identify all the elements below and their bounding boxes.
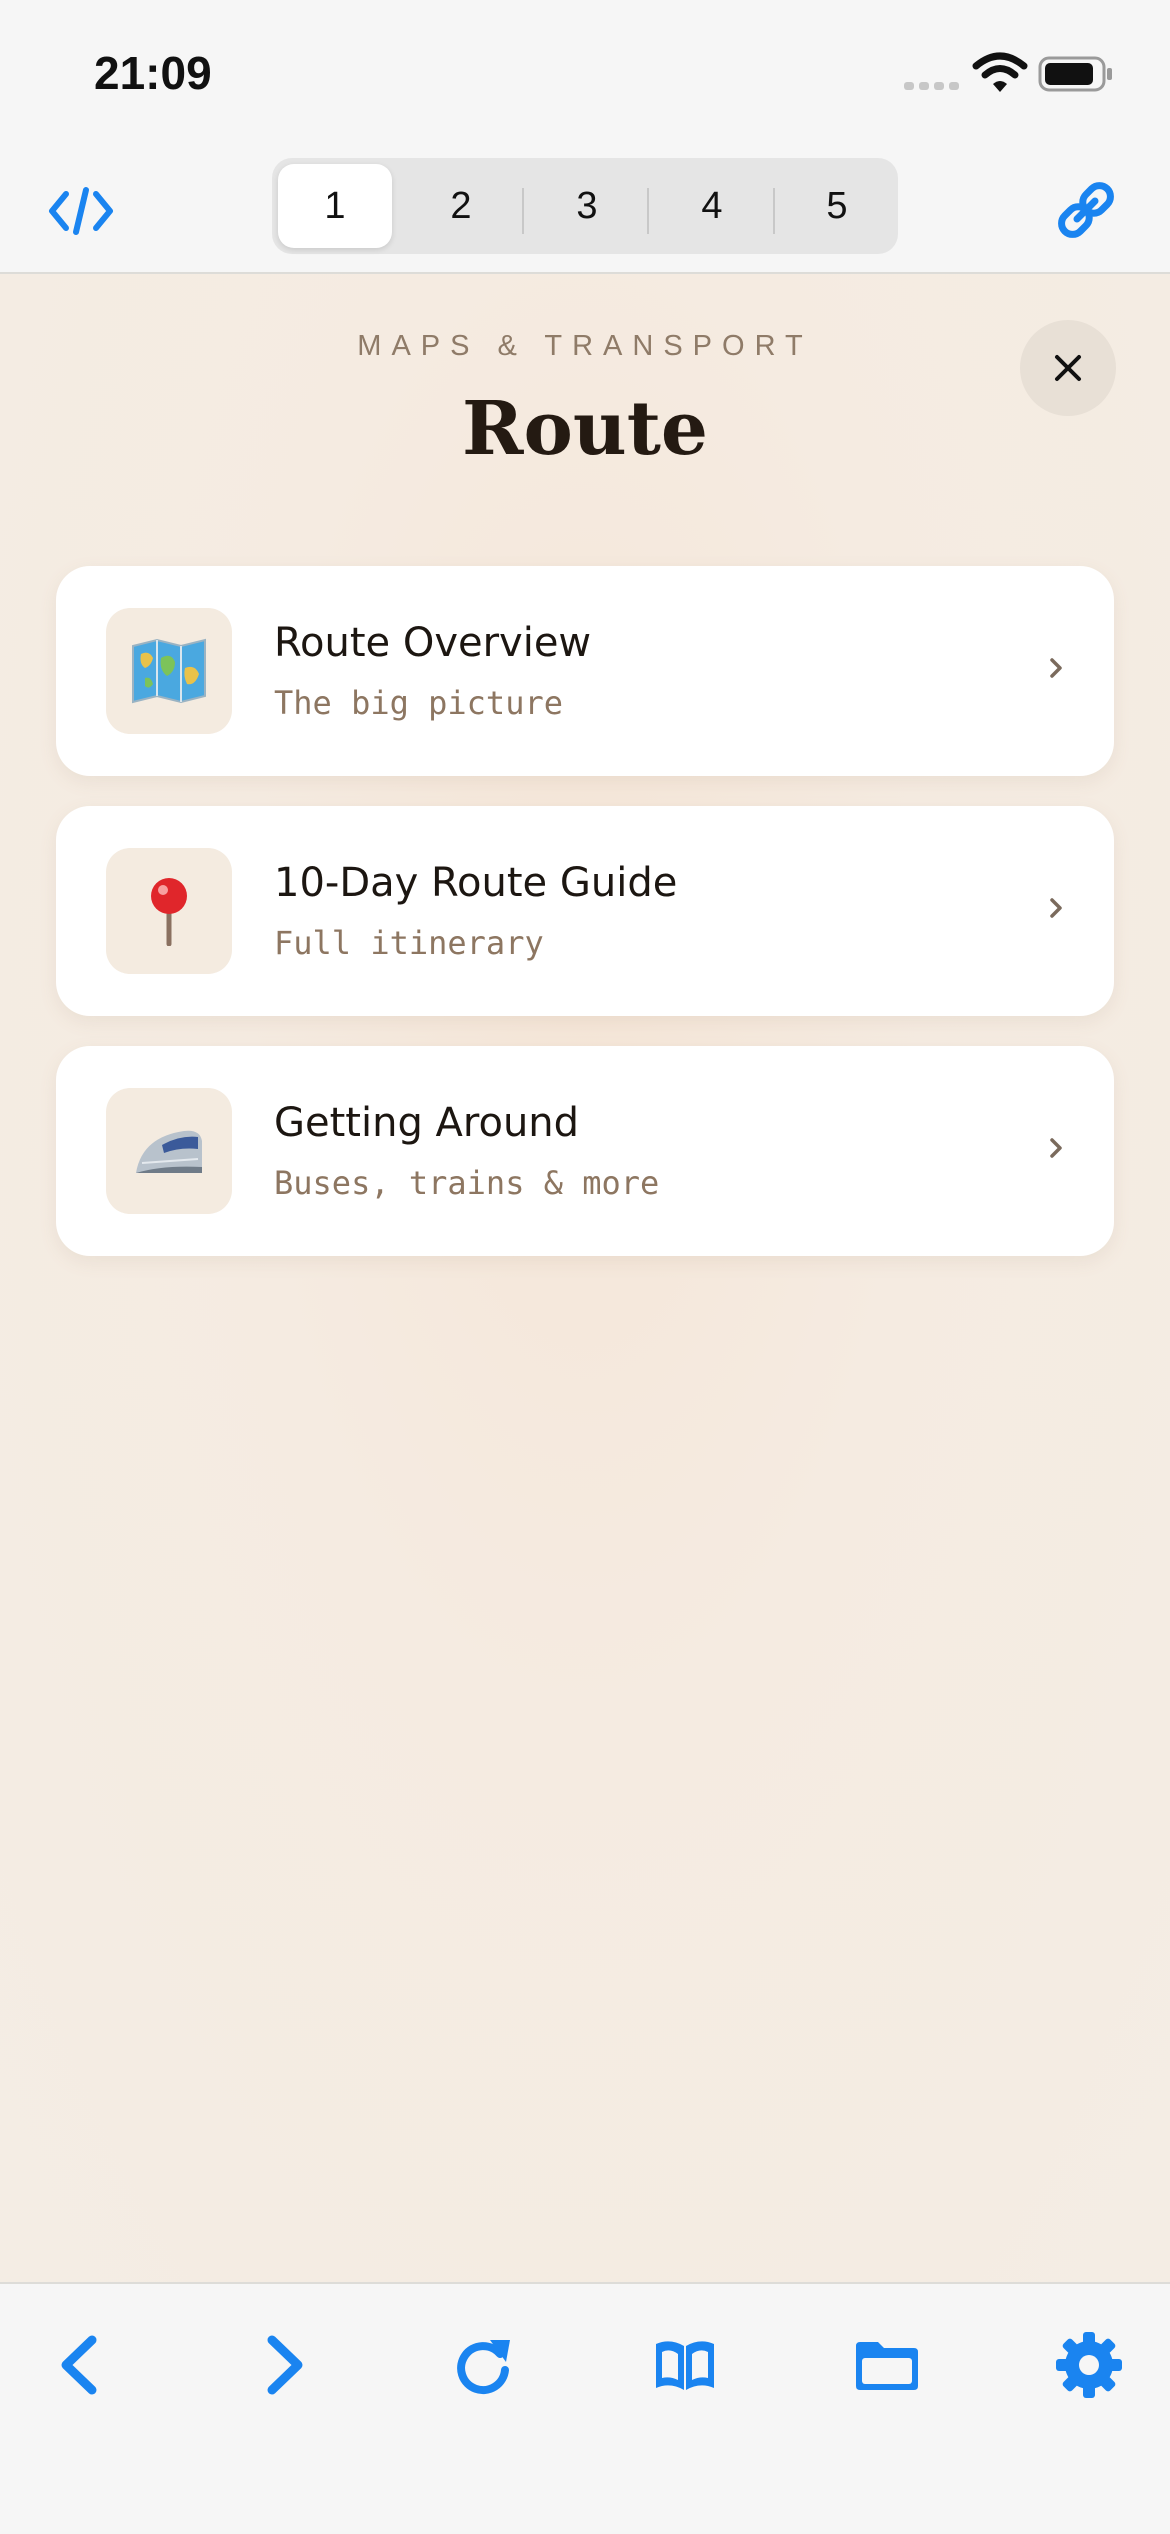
round-pushpin-icon bbox=[151, 878, 187, 946]
tab-1[interactable]: 1 bbox=[278, 164, 392, 248]
wifi-icon bbox=[972, 52, 1028, 92]
card-subtitle: The big picture bbox=[274, 684, 563, 722]
chevron-right-icon bbox=[1050, 658, 1062, 678]
tab-3[interactable]: 3 bbox=[530, 164, 644, 248]
main-content: MAPS & TRANSPORT Route Route Overview Th… bbox=[0, 274, 1170, 2282]
settings-icon[interactable] bbox=[1054, 2330, 1124, 2400]
card-subtitle: Full itinerary bbox=[274, 924, 544, 962]
close-icon bbox=[1055, 355, 1081, 381]
page-segmented-control: 1 2 3 4 5 bbox=[272, 158, 898, 254]
card-icon-box bbox=[106, 848, 232, 974]
chevron-right-icon bbox=[1050, 898, 1062, 918]
bookmarks-icon[interactable] bbox=[650, 2330, 720, 2400]
status-time: 21:09 bbox=[94, 47, 212, 99]
segment-divider bbox=[522, 188, 524, 234]
segment-divider bbox=[647, 188, 649, 234]
bullet-train-icon bbox=[136, 1130, 202, 1173]
card-title: Route Overview bbox=[274, 620, 592, 666]
card-icon-box bbox=[106, 608, 232, 734]
card-title: Getting Around bbox=[274, 1100, 580, 1146]
tab-5[interactable]: 5 bbox=[780, 164, 894, 248]
close-button[interactable] bbox=[1020, 320, 1116, 416]
battery-icon bbox=[1038, 56, 1112, 92]
status-bar: 21:09 bbox=[0, 0, 1170, 150]
reload-icon[interactable] bbox=[448, 2330, 518, 2400]
top-toolbar: 1 2 3 4 5 bbox=[0, 150, 1170, 274]
world-map-icon bbox=[132, 638, 206, 704]
tab-4[interactable]: 4 bbox=[655, 164, 769, 248]
card-route-overview[interactable]: Route Overview The big picture bbox=[56, 566, 1114, 776]
card-icon-box bbox=[106, 1088, 232, 1214]
card-10-day-route-guide[interactable]: 10-Day Route Guide Full itinerary bbox=[56, 806, 1114, 1016]
forward-icon[interactable] bbox=[248, 2330, 318, 2400]
segment-divider bbox=[773, 188, 775, 234]
folder-icon[interactable] bbox=[852, 2330, 922, 2400]
tab-2[interactable]: 2 bbox=[404, 164, 518, 248]
card-title: 10-Day Route Guide bbox=[274, 860, 678, 906]
cellular-signal-icon bbox=[904, 82, 959, 90]
back-icon[interactable] bbox=[46, 2330, 116, 2400]
link-icon[interactable] bbox=[1054, 178, 1118, 242]
page-title: Route bbox=[462, 386, 708, 472]
card-subtitle: Buses, trains & more bbox=[274, 1164, 660, 1202]
chevron-right-icon bbox=[1050, 1138, 1062, 1158]
bottom-toolbar bbox=[0, 2282, 1170, 2534]
card-getting-around[interactable]: Getting Around Buses, trains & more bbox=[56, 1046, 1114, 1256]
section-eyebrow: MAPS & TRANSPORT bbox=[357, 330, 813, 362]
code-icon[interactable] bbox=[48, 184, 114, 238]
